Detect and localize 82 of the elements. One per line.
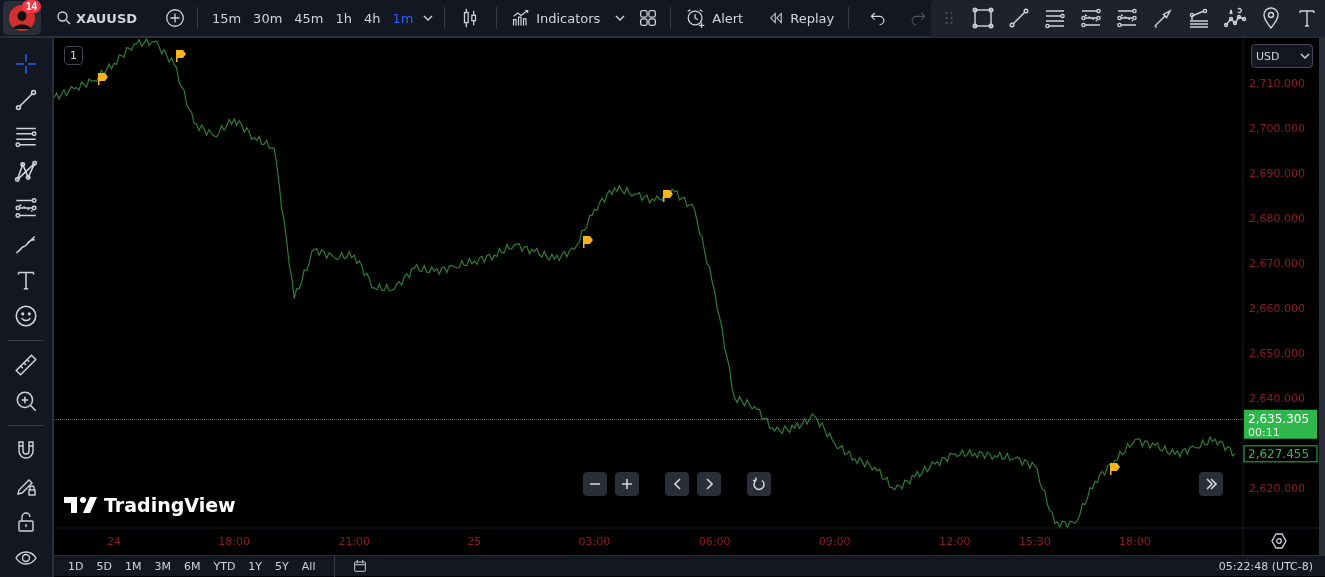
logo-icon: [64, 497, 98, 513]
replay-button[interactable]: Replay: [761, 6, 841, 30]
crosshair-icon[interactable]: [13, 51, 39, 77]
settings-icon[interactable]: [1271, 533, 1287, 549]
chevron-down-icon: [422, 15, 433, 21]
time-axis-label: 18:00: [218, 535, 250, 548]
price-axis-label: 2,680.000: [1249, 211, 1305, 225]
pattern-icon[interactable]: [13, 159, 39, 185]
calendar-icon[interactable]: [352, 558, 369, 574]
fan-lines-icon[interactable]: [1187, 6, 1211, 30]
price-axis-label: 2,700.000: [1249, 121, 1305, 135]
interval-tab[interactable]: 1h: [329, 7, 359, 29]
time-axis-label: 24: [107, 535, 122, 548]
time-axis-label: 21:00: [338, 535, 371, 548]
flag-icon: [176, 50, 186, 62]
double-chevron-icon: [1205, 478, 1217, 490]
interval-tab[interactable]: 1m: [386, 7, 420, 29]
range-button[interactable]: All: [299, 559, 318, 573]
price-axis-label: 2,690.000: [1249, 166, 1305, 180]
price-axis-label: 2,620.000: [1249, 481, 1305, 495]
flag-icon: [1110, 463, 1120, 475]
currency-dropdown[interactable]: USD: [1251, 44, 1313, 68]
flag-icon: [663, 190, 673, 202]
chevron-right-icon: [705, 478, 713, 490]
range-button[interactable]: 6M: [181, 559, 203, 573]
range-button[interactable]: 5Y: [273, 559, 291, 573]
minus-icon: [590, 483, 600, 485]
reset-button[interactable]: [747, 472, 771, 496]
notification-badge: 14: [22, 0, 42, 13]
line-tool-icon[interactable]: [13, 87, 39, 113]
range-button[interactable]: 1M: [122, 559, 144, 573]
price-axis-label: 2,650.000: [1249, 346, 1305, 360]
range-button[interactable]: 5D: [94, 559, 114, 573]
interval-tab[interactable]: 4h: [358, 7, 387, 29]
add-symbol-icon: [164, 7, 187, 29]
logo-text: TradingView: [104, 494, 236, 516]
scroll-right-button[interactable]: [697, 472, 721, 496]
current-price-label: 2,635.305 00:11: [1244, 409, 1317, 439]
price-axis-label: 2,640.000: [1249, 391, 1305, 405]
flag-icon: [98, 73, 108, 85]
time-axis-label: 15:30: [1018, 535, 1051, 548]
line-tool-icon[interactable]: [1007, 6, 1031, 30]
time-axis-label: 25: [467, 535, 482, 548]
time-axis-label: 09:00: [818, 535, 851, 548]
interval-tab[interactable]: 45m: [288, 7, 330, 29]
indicators-button[interactable]: Indicators: [505, 5, 607, 31]
price-axis-label: 2,710.000: [1249, 76, 1305, 90]
last-price-label: 2,627.455: [1243, 445, 1318, 463]
time-axis-label: 12:00: [938, 535, 971, 548]
scroll-to-latest-button[interactable]: [1199, 472, 1223, 496]
scroll-left-button[interactable]: [665, 472, 689, 496]
pane-badge[interactable]: 1: [64, 46, 83, 65]
channel-icon[interactable]: [1079, 6, 1103, 30]
channel-icon[interactable]: [13, 195, 39, 221]
price-axis-label: 2,660.000: [1249, 301, 1305, 315]
ruler-icon[interactable]: [13, 352, 39, 378]
time-axis-label: 06:00: [698, 535, 731, 548]
rectangle-icon[interactable]: [971, 6, 995, 30]
zoom-out-button[interactable]: [583, 472, 607, 496]
alert-button[interactable]: Alert: [679, 4, 750, 32]
price-axis-label: 2,670.000: [1249, 256, 1305, 270]
range-button[interactable]: 1Y: [246, 559, 265, 573]
range-button[interactable]: YTD: [211, 559, 238, 573]
plus-icon: [622, 479, 632, 489]
range-button[interactable]: 1D: [66, 559, 86, 573]
flag-icon: [583, 236, 593, 248]
chevron-down-icon: [1300, 53, 1310, 59]
interval-tab[interactable]: 15m: [205, 7, 248, 29]
avatar-button[interactable]: 14: [3, 1, 42, 35]
chevron-left-icon: [673, 478, 681, 490]
wave-points-icon[interactable]: [1223, 6, 1247, 30]
time-axis-label: 03:00: [578, 535, 611, 548]
symbol-search-button[interactable]: XAUUSD: [51, 7, 142, 29]
channel-icon[interactable]: [1115, 6, 1139, 30]
time-axis-label: 18:00: [1119, 535, 1151, 548]
clock-text: 05:22:48 (UTC-8): [1218, 559, 1313, 573]
smiley-icon[interactable]: [13, 303, 39, 329]
range-button[interactable]: 3M: [152, 559, 173, 573]
chevron-down-icon: [615, 15, 626, 21]
interval-tab[interactable]: 30m: [247, 7, 289, 29]
zoom-in-button[interactable]: [615, 472, 639, 496]
reset-icon: [752, 476, 766, 492]
